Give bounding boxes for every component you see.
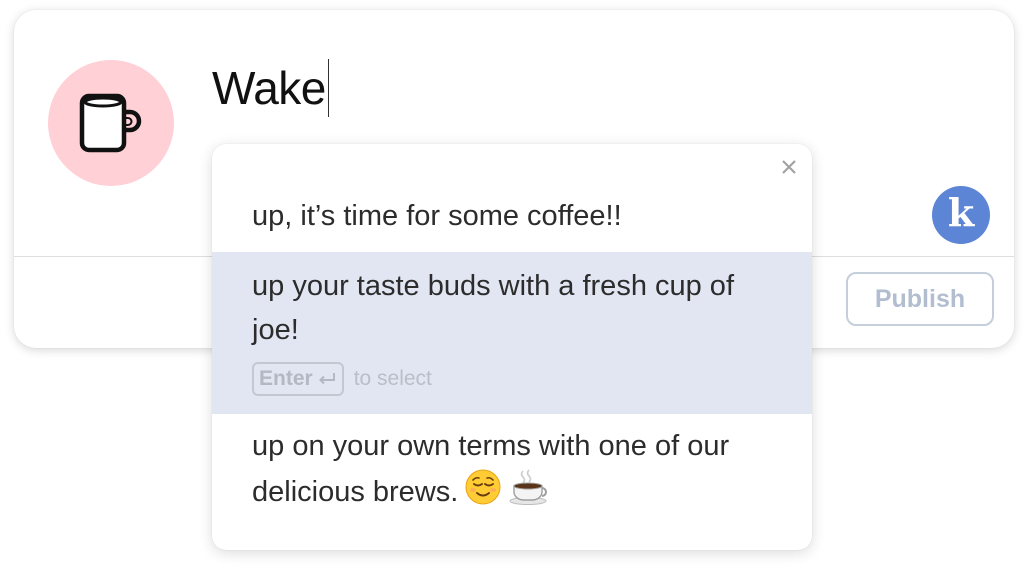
suggestion-item[interactable]: up on your own terms with one of our del… bbox=[212, 424, 812, 524]
suggestions-dropdown: up, it’s time for some coffee!! up your … bbox=[212, 144, 812, 550]
publish-button[interactable]: Publish bbox=[846, 272, 994, 326]
suggestion-item[interactable]: up, it’s time for some coffee!! bbox=[212, 194, 812, 244]
avatar bbox=[48, 60, 174, 186]
text-caret bbox=[327, 59, 330, 117]
enter-key-label: Enter bbox=[259, 367, 313, 390]
hot-beverage-icon bbox=[508, 468, 550, 519]
stage: Wake k Publish up, it’s time for some co… bbox=[0, 0, 1028, 568]
assistant-badge[interactable]: k bbox=[932, 186, 990, 244]
compose-text: Wake bbox=[212, 62, 326, 114]
coffee-mug-icon bbox=[79, 93, 142, 153]
close-icon[interactable] bbox=[778, 156, 800, 178]
suggestion-text: up your taste buds with a fresh cup of j… bbox=[252, 270, 734, 346]
select-hint-text: to select bbox=[353, 367, 432, 390]
enter-key-badge: Enter bbox=[252, 362, 344, 396]
relieved-face-icon bbox=[464, 468, 502, 519]
suggestion-item-highlighted[interactable]: up your taste buds with a fresh cup of j… bbox=[212, 252, 812, 414]
suggestion-text: up, it’s time for some coffee!! bbox=[252, 200, 622, 232]
return-arrow-icon bbox=[318, 373, 335, 385]
select-hint: Enter to select bbox=[252, 362, 772, 396]
compose-text-input[interactable]: Wake bbox=[212, 58, 330, 118]
